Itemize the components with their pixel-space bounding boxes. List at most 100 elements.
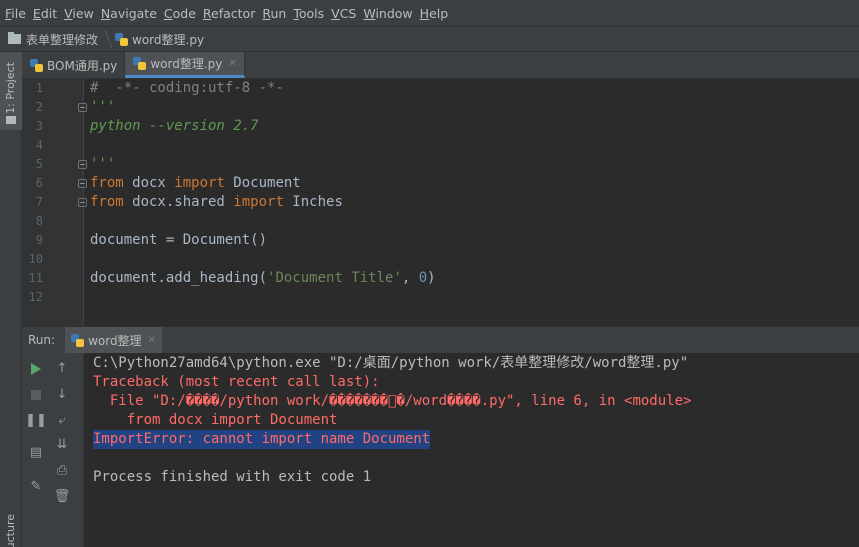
line-number: 8	[35, 214, 43, 228]
stop-icon[interactable]	[28, 387, 44, 403]
folder-icon	[8, 32, 21, 44]
code-token: ,	[401, 270, 419, 286]
left-tool-strip: 1: Project ucture	[0, 52, 22, 547]
console-line: ImportError: cannot import name Document	[93, 430, 431, 449]
project-tool-tab[interactable]: 1: Project	[0, 52, 22, 130]
fold-marker-icon[interactable]	[78, 179, 87, 188]
horizontal-scrollbar[interactable]	[84, 311, 859, 326]
menu-run[interactable]: Run	[261, 6, 291, 21]
code-token: import	[174, 175, 225, 191]
run-panel-header: Run: word整理 ✕	[22, 326, 859, 354]
down-arrow-icon[interactable]: ↓	[54, 387, 70, 403]
console-line: C:\Python27amd64\python.exe "D:/桌面/pytho…	[93, 355, 689, 371]
up-arrow-icon[interactable]: ↑	[54, 361, 70, 377]
code-token: Inches	[283, 194, 343, 210]
line-number: 6	[35, 176, 43, 190]
menu-help[interactable]: Help	[419, 6, 454, 21]
line-number: 2	[35, 100, 43, 114]
editor-tab-bar: BOM通用.py word整理.py ✕	[22, 52, 859, 79]
breadcrumb-folder[interactable]: 表单整理修改	[8, 31, 98, 48]
trash-icon[interactable]: 🗑	[54, 489, 71, 505]
code-token: # -*- coding:utf-8 -*-	[90, 80, 284, 96]
code-token: docx.shared	[123, 194, 234, 210]
close-icon[interactable]: ✕	[228, 58, 236, 69]
pin-icon[interactable]: ✎	[28, 479, 44, 495]
menu-tools[interactable]: Tools	[292, 6, 329, 21]
line-number: 7	[35, 195, 43, 209]
code-token: Document	[224, 175, 301, 191]
menu-bar: File Edit View Navigate Code Refactor Run Tools…	[0, 0, 859, 26]
menu-vcs[interactable]: VCS	[330, 6, 361, 21]
line-number: 12	[28, 290, 43, 304]
menu-edit[interactable]: Edit	[32, 6, 62, 21]
scroll-to-end-icon[interactable]: ⇊	[54, 437, 70, 453]
menu-navigate[interactable]: Navigate	[100, 6, 162, 21]
pause-icon[interactable]: ❚❚	[25, 413, 47, 429]
code-token: '''	[90, 156, 116, 172]
code-line: from docx.shared import Inches	[90, 193, 343, 212]
line-number: 11	[28, 271, 43, 285]
code-token: document.add_heading(	[90, 270, 268, 286]
code-token: document = Document()	[90, 232, 268, 248]
code-token: 'Document Title'	[267, 270, 402, 286]
console-line: Traceback (most recent call last):	[93, 374, 380, 390]
line-number: 9	[35, 233, 43, 247]
code-token: import	[233, 194, 284, 210]
line-number: 3	[35, 119, 43, 133]
console-line: File "D:/����/python work/������� �/word…	[93, 393, 692, 409]
tab-label: BOM通用.py	[47, 58, 118, 73]
menu-window[interactable]: Window	[362, 6, 417, 21]
line-number: 4	[35, 138, 43, 152]
line-number: 1	[35, 81, 43, 95]
menu-view[interactable]: View	[63, 6, 99, 21]
tab-word[interactable]: word整理.py ✕	[125, 52, 245, 78]
code-token: from	[90, 194, 124, 210]
print-icon[interactable]: ⎙	[54, 463, 70, 479]
project-tool-label: 1: Project	[4, 62, 17, 114]
python-file-icon	[30, 58, 43, 72]
code-token: 0	[418, 270, 428, 286]
code-line: python --version 2.7	[90, 117, 259, 136]
run-tab-label: word整理	[88, 333, 142, 348]
code-token: )	[427, 270, 436, 286]
line-number: 10	[28, 252, 43, 266]
console-line: from docx import Document	[93, 412, 338, 428]
code-editor[interactable]: 1 2 3 4 5 6 7 8 9 10 11 12 # -*- coding:utf-8 -*- ''…	[22, 79, 859, 326]
layout-icon[interactable]: ▤	[28, 445, 44, 461]
run-icon[interactable]	[28, 361, 44, 377]
console-line: Process finished with exit code 1	[93, 469, 372, 485]
tab-bom[interactable]: BOM通用.py	[22, 52, 126, 78]
run-tab[interactable]: word整理 ✕	[65, 326, 162, 354]
breadcrumb-folder-label: 表单整理修改	[26, 32, 99, 47]
project-icon	[6, 116, 16, 124]
code-token: python --version 2.7	[90, 118, 259, 134]
fold-marker-icon[interactable]	[78, 103, 87, 112]
console-output[interactable]: C:\Python27amd64\python.exe "D:/桌面/pytho…	[85, 353, 859, 547]
code-line: document.add_heading('Document Title', 0…	[90, 269, 436, 288]
code-line: from docx import Document	[90, 174, 301, 193]
menu-refactor[interactable]: Refactor	[202, 6, 260, 21]
line-gutter: 1 2 3 4 5 6 7 8 9 10 11 12	[22, 79, 84, 326]
code-token: docx	[123, 175, 175, 191]
code-token: '''	[90, 99, 116, 115]
breadcrumb-separator	[98, 30, 113, 48]
breadcrumb: 表单整理修改 word整理.py	[0, 26, 859, 52]
python-file-icon	[133, 57, 147, 70]
line-number: 5	[35, 157, 43, 171]
structure-tool-tab[interactable]: ucture	[4, 514, 17, 547]
run-toolbar: ↑ ↓ ❚❚ ⤶ ⇊ ▤ ⎙ ✎ 🗑	[22, 353, 84, 547]
tab-label: word整理.py	[150, 57, 223, 71]
fold-marker-icon[interactable]	[78, 198, 87, 207]
breadcrumb-file[interactable]: word整理.py	[115, 31, 204, 48]
soft-wrap-icon[interactable]: ⤶	[54, 413, 70, 429]
code-line: '''	[90, 155, 115, 174]
menu-code[interactable]: Code	[163, 6, 201, 21]
code-line: document = Document()	[90, 231, 267, 250]
run-label: Run:	[28, 333, 56, 347]
code-line: '''	[90, 98, 115, 117]
code-token: from	[90, 175, 124, 191]
close-icon[interactable]: ✕	[148, 335, 156, 346]
python-file-icon	[71, 333, 85, 347]
fold-marker-icon[interactable]	[78, 160, 87, 169]
menu-file[interactable]: File	[4, 6, 31, 21]
